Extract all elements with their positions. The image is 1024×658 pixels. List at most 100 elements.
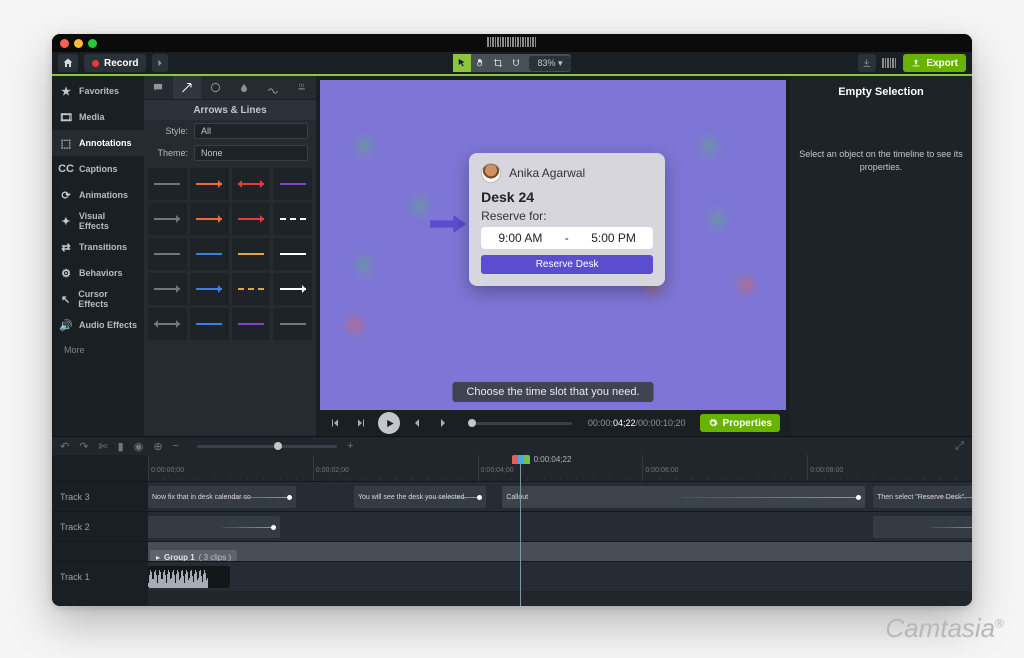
canvas[interactable]: Anika Agarwal Desk 24 Reserve for: 9:00 … xyxy=(320,80,786,410)
crop-tool[interactable] xyxy=(489,54,507,72)
magnet-tool[interactable] xyxy=(507,54,525,72)
sidebar-item-behaviors[interactable]: ⚙Behaviors xyxy=(52,260,144,286)
arrow-swatch[interactable] xyxy=(148,203,187,235)
sidebar-item-annotations[interactable]: ⬚Annotations xyxy=(52,130,144,156)
arrow-swatch[interactable] xyxy=(190,273,229,305)
film-icon: 🎞 xyxy=(59,111,73,124)
arrow-swatch[interactable] xyxy=(190,203,229,235)
arrow-swatch[interactable] xyxy=(190,168,229,200)
magnifier-button[interactable]: ⊕ xyxy=(153,440,162,453)
play-button[interactable] xyxy=(378,412,400,434)
sidebar-item-animations[interactable]: ⟳Animations xyxy=(52,182,144,208)
effects-panel: Arrows & Lines Style: All Theme: None xyxy=(144,76,316,436)
tab-arrows[interactable] xyxy=(173,76,202,99)
title-barcode xyxy=(487,34,537,44)
hand-tool[interactable] xyxy=(471,54,489,72)
download-button[interactable] xyxy=(858,54,876,72)
style-select[interactable]: All xyxy=(194,123,308,139)
select-tool[interactable] xyxy=(453,54,471,72)
sidebar-item-audio-effects[interactable]: 🔊Audio Effects xyxy=(52,312,144,338)
arrow-swatch[interactable] xyxy=(232,273,271,305)
arrow-swatch[interactable] xyxy=(148,308,187,340)
prev-frame-button[interactable] xyxy=(326,414,344,432)
sidebar-item-favorites[interactable]: ★Favorites xyxy=(52,78,144,104)
clip[interactable]: Now fix that in desk calendar so xyxy=(148,486,296,508)
timeline-zoom-slider[interactable] xyxy=(197,445,337,448)
slider-knob[interactable] xyxy=(468,419,476,427)
track-label[interactable]: Track 2 xyxy=(52,511,148,541)
track-label[interactable]: Track 1 xyxy=(52,561,148,591)
split-button[interactable]: ▮ xyxy=(118,440,124,453)
clip[interactable]: Then select "Reserve Desk". xyxy=(873,486,972,508)
record-menu-button[interactable] xyxy=(152,54,168,72)
track-1[interactable] xyxy=(148,561,972,591)
tab-shapes[interactable] xyxy=(201,76,230,99)
step-back-button[interactable] xyxy=(408,414,426,432)
titlebar xyxy=(52,34,972,52)
playhead[interactable] xyxy=(520,455,521,606)
zoom-in-button[interactable]: + xyxy=(347,440,353,452)
zoom-knob[interactable] xyxy=(274,442,282,450)
sidebar-item-label: Media xyxy=(79,112,105,122)
camera-button[interactable]: ◉ xyxy=(134,440,144,453)
tab-keystroke[interactable] xyxy=(287,76,316,99)
track-3[interactable]: Now fix that in desk calendar so You will… xyxy=(148,481,972,511)
arrow-swatch[interactable] xyxy=(273,273,312,305)
clip[interactable]: You will see the desk you selected. xyxy=(354,486,486,508)
clip-media[interactable] xyxy=(148,566,230,588)
arrow-swatch[interactable] xyxy=(232,203,271,235)
clip[interactable] xyxy=(873,516,972,538)
properties-button[interactable]: Properties xyxy=(700,414,780,432)
arrow-swatch[interactable] xyxy=(273,308,312,340)
cut-button[interactable]: ✄ xyxy=(98,440,107,453)
record-button[interactable]: Record xyxy=(84,54,146,72)
arrow-swatch[interactable] xyxy=(148,168,187,200)
playback-slider[interactable] xyxy=(468,422,572,425)
properties-panel: Empty Selection Select an object on the … xyxy=(790,76,972,436)
tab-callouts[interactable] xyxy=(144,76,173,99)
sidebar-item-media[interactable]: 🎞 Media xyxy=(52,104,144,130)
arrow-swatch[interactable] xyxy=(190,308,229,340)
sidebar-item-transitions[interactable]: ⇄Transitions xyxy=(52,234,144,260)
blur-dot xyxy=(739,278,753,292)
track-label[interactable]: Track 3 xyxy=(52,481,148,511)
next-frame-button[interactable] xyxy=(352,414,370,432)
arrow-swatch[interactable] xyxy=(273,203,312,235)
playback-time: 00:00:04;22/00:00:10;20 xyxy=(588,418,686,428)
arrow-swatch[interactable] xyxy=(232,308,271,340)
home-button[interactable] xyxy=(58,54,78,72)
detach-timeline-button[interactable]: ⤢ xyxy=(955,440,964,453)
arrow-swatch[interactable] xyxy=(232,168,271,200)
star-icon: ★ xyxy=(59,85,73,98)
undo-button[interactable]: ↶ xyxy=(60,440,69,453)
reserve-button[interactable]: Reserve Desk xyxy=(481,255,653,274)
clip[interactable] xyxy=(148,516,280,538)
zoom-select[interactable]: 83% ▾ xyxy=(529,56,570,71)
redo-button[interactable]: ↷ xyxy=(79,440,88,453)
sidebar-more[interactable]: More xyxy=(52,338,144,362)
track-2[interactable] xyxy=(148,511,972,541)
arrow-swatch[interactable] xyxy=(273,238,312,270)
sidebar-item-cursor-effects[interactable]: ↖Cursor Effects xyxy=(52,286,144,312)
sidebar-item-captions[interactable]: CCCaptions xyxy=(52,156,144,182)
zoom-out-button[interactable]: − xyxy=(173,440,179,452)
arrow-swatch[interactable] xyxy=(273,168,312,200)
arrow-swatch[interactable] xyxy=(190,238,229,270)
step-forward-button[interactable] xyxy=(434,414,452,432)
export-button[interactable]: Export xyxy=(903,54,966,72)
magnet-icon xyxy=(511,58,521,68)
tab-blur[interactable] xyxy=(230,76,259,99)
arrow-swatch[interactable] xyxy=(148,238,187,270)
time-sep: - xyxy=(565,231,569,245)
tab-sketch[interactable] xyxy=(259,76,288,99)
time-row: 9:00 AM - 5:00 PM xyxy=(481,227,653,249)
arrow-swatch[interactable] xyxy=(148,273,187,305)
sidebar-item-label: Transitions xyxy=(79,242,127,252)
arrow-swatch[interactable] xyxy=(232,238,271,270)
timeline-content[interactable]: 0:00:00;000:00:02;000:00:04;000:00:06;00… xyxy=(148,455,972,606)
theme-select[interactable]: None xyxy=(194,145,308,161)
clip[interactable]: Callout xyxy=(502,486,865,508)
timeline-body: Track 3 Track 2 Track 1 0:00:00;000:00:0… xyxy=(52,455,972,606)
sidebar-item-visual-effects[interactable]: ✦Visual Effects xyxy=(52,208,144,234)
track-group[interactable]: ▸ Group 1 ( 3 clips ) xyxy=(148,541,972,561)
